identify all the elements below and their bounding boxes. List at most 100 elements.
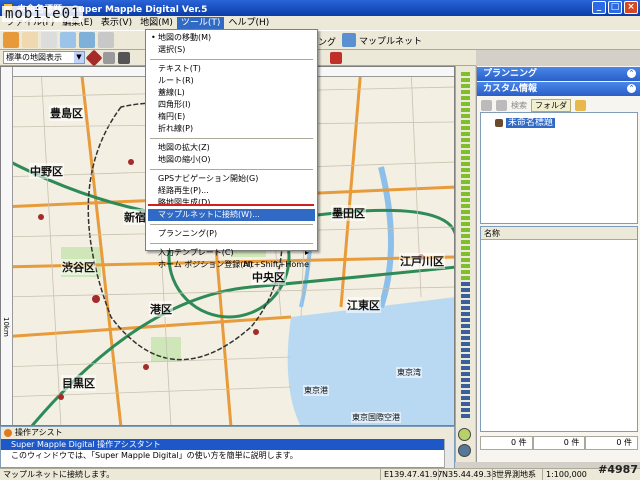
zoom-level-segment[interactable] xyxy=(461,96,470,100)
tools-menu-item[interactable]: プランニング(P) xyxy=(148,228,315,240)
zoom-level-segment[interactable] xyxy=(461,150,470,154)
printer-icon[interactable] xyxy=(98,32,114,48)
map-type-select[interactable]: 標準の地図表示 ▼ xyxy=(3,51,85,64)
zoom-level-segment[interactable] xyxy=(461,102,470,106)
zoom-level-segment[interactable] xyxy=(461,408,470,412)
toolbar-partial-label[interactable]: ング xyxy=(318,35,336,48)
zoom-level-segment[interactable] xyxy=(461,312,470,316)
zoom-level-segment[interactable] xyxy=(461,240,470,244)
assist-scrollbar[interactable] xyxy=(444,439,454,468)
zoom-level-segment[interactable] xyxy=(461,252,470,256)
close-button[interactable]: × xyxy=(624,1,638,14)
grid-icon[interactable] xyxy=(103,51,115,64)
edit-icon[interactable] xyxy=(79,32,95,48)
column-header-name[interactable]: 名称 xyxy=(481,227,637,240)
planning-header[interactable]: プランニング ⌃ xyxy=(477,67,640,81)
tools-menu-item[interactable]: 楕円(E) xyxy=(148,111,315,123)
zoom-level-segment[interactable] xyxy=(461,114,470,118)
zoom-level-segment[interactable] xyxy=(461,222,470,226)
zoom-level-segment[interactable] xyxy=(461,198,470,202)
zoom-level-segment[interactable] xyxy=(461,180,470,184)
pen-icon[interactable] xyxy=(118,51,130,64)
zoom-level-segment[interactable] xyxy=(461,300,470,304)
tools-menu-item[interactable]: ホーム ポジション登録(H) Alt+Shift+Home xyxy=(148,259,315,271)
menu-view[interactable]: 表示(V) xyxy=(97,17,136,30)
zoom-level-segment[interactable] xyxy=(461,264,470,268)
zoom-level-segment[interactable] xyxy=(461,324,470,328)
tools-menu-item[interactable]: 略地図生成(D)... xyxy=(148,197,315,209)
zoom-level-segment[interactable] xyxy=(461,108,470,112)
zoom-out-button[interactable] xyxy=(458,444,471,457)
zoom-level-segment[interactable] xyxy=(461,336,470,340)
zoom-slider[interactable] xyxy=(455,66,475,462)
lock-icon[interactable] xyxy=(575,99,586,111)
zoom-level-segment[interactable] xyxy=(461,354,470,358)
tools-menu-item[interactable]: • 地図の移動(M) xyxy=(148,32,315,44)
zoom-level-segment[interactable] xyxy=(461,318,470,322)
tools-menu-item[interactable]: 蓋線(L) xyxy=(148,87,315,99)
zoom-level-segment[interactable] xyxy=(461,246,470,250)
zoom-level-segment[interactable] xyxy=(461,126,470,130)
maximize-button[interactable]: □ xyxy=(608,1,622,14)
tools-menu-item[interactable]: マップルネットに接続(W)... xyxy=(148,209,315,221)
minimize-button[interactable]: _ xyxy=(592,1,606,14)
pointer-icon[interactable] xyxy=(41,32,57,48)
zoom-level-segment[interactable] xyxy=(461,228,470,232)
zoom-level-segment[interactable] xyxy=(461,378,470,382)
tools-menu-item[interactable]: 地図の縮小(O) xyxy=(148,154,315,166)
zoom-level-segment[interactable] xyxy=(461,144,470,148)
zoom-level-segment[interactable] xyxy=(461,396,470,400)
zoom-level-segment[interactable] xyxy=(461,402,470,406)
zoom-level-segment[interactable] xyxy=(461,258,470,262)
marker-icon[interactable] xyxy=(85,49,103,66)
zoom-level-segment[interactable] xyxy=(461,210,470,214)
zoom-level-segment[interactable] xyxy=(461,366,470,370)
hand-icon[interactable] xyxy=(22,32,38,48)
zoom-level-segment[interactable] xyxy=(461,270,470,274)
zoom-level-segment[interactable] xyxy=(461,342,470,346)
tools-menu-item[interactable]: GPSナビゲーション開始(G) xyxy=(148,173,315,185)
zoom-level-segment[interactable] xyxy=(461,390,470,394)
zoom-level-segment[interactable] xyxy=(461,276,470,280)
zoom-level-segment[interactable] xyxy=(461,306,470,310)
tools-menu-item[interactable]: 選択(S) xyxy=(148,44,315,56)
zoom-level-segment[interactable] xyxy=(461,186,470,190)
zoom-level-segment[interactable] xyxy=(461,132,470,136)
tree-item[interactable]: 未命名標題 xyxy=(495,115,555,128)
folder-button[interactable]: フォルダ xyxy=(531,98,571,112)
route-icon[interactable] xyxy=(3,32,19,48)
comment-icon[interactable] xyxy=(496,99,507,111)
zoom-level-segment[interactable] xyxy=(461,138,470,142)
zoom-level-segment[interactable] xyxy=(461,216,470,220)
zoom-level-segment[interactable] xyxy=(461,288,470,292)
zoom-level-segment[interactable] xyxy=(461,168,470,172)
print-icon[interactable] xyxy=(60,32,76,48)
zoom-level-segment[interactable] xyxy=(461,360,470,364)
zoom-level-segment[interactable] xyxy=(461,204,470,208)
zoom-level-segment[interactable] xyxy=(461,384,470,388)
tools-menu-item[interactable]: 入力テンプレート(C) ▸ xyxy=(148,247,315,259)
menu-tools[interactable]: ツール(T) xyxy=(176,16,225,30)
zoom-level-segment[interactable] xyxy=(461,294,470,298)
menu-map[interactable]: 地図(M) xyxy=(136,17,177,30)
zoom-level-segment[interactable] xyxy=(461,282,470,286)
tools-menu-item[interactable]: 折れ線(P) xyxy=(148,123,315,135)
tools-menu-item[interactable]: 四角形(I) xyxy=(148,99,315,111)
tools-menu-item[interactable]: 地図の拡大(Z) xyxy=(148,142,315,154)
zoom-level-segment[interactable] xyxy=(461,84,470,88)
pin-icon[interactable] xyxy=(330,51,342,64)
zoom-in-button[interactable] xyxy=(458,428,471,441)
mapple-net-button[interactable]: マップルネット xyxy=(342,33,422,47)
custom-info-header[interactable]: カスタム情報 ⌃ xyxy=(477,82,640,96)
collapse-icon[interactable]: ⌃ xyxy=(627,69,636,78)
tools-menu-item[interactable]: テキスト(T) xyxy=(148,63,315,75)
zoom-level-segment[interactable] xyxy=(461,120,470,124)
zoom-level-segment[interactable] xyxy=(461,234,470,238)
tools-menu-item[interactable]: 経路再生(P)... xyxy=(148,185,315,197)
zoom-level-segment[interactable] xyxy=(461,78,470,82)
tools-menu-item[interactable]: ルート(R) xyxy=(148,75,315,87)
zoom-level-segment[interactable] xyxy=(461,90,470,94)
zoom-level-segment[interactable] xyxy=(461,372,470,376)
zoom-level-segment[interactable] xyxy=(461,162,470,166)
zoom-level-segment[interactable] xyxy=(461,348,470,352)
